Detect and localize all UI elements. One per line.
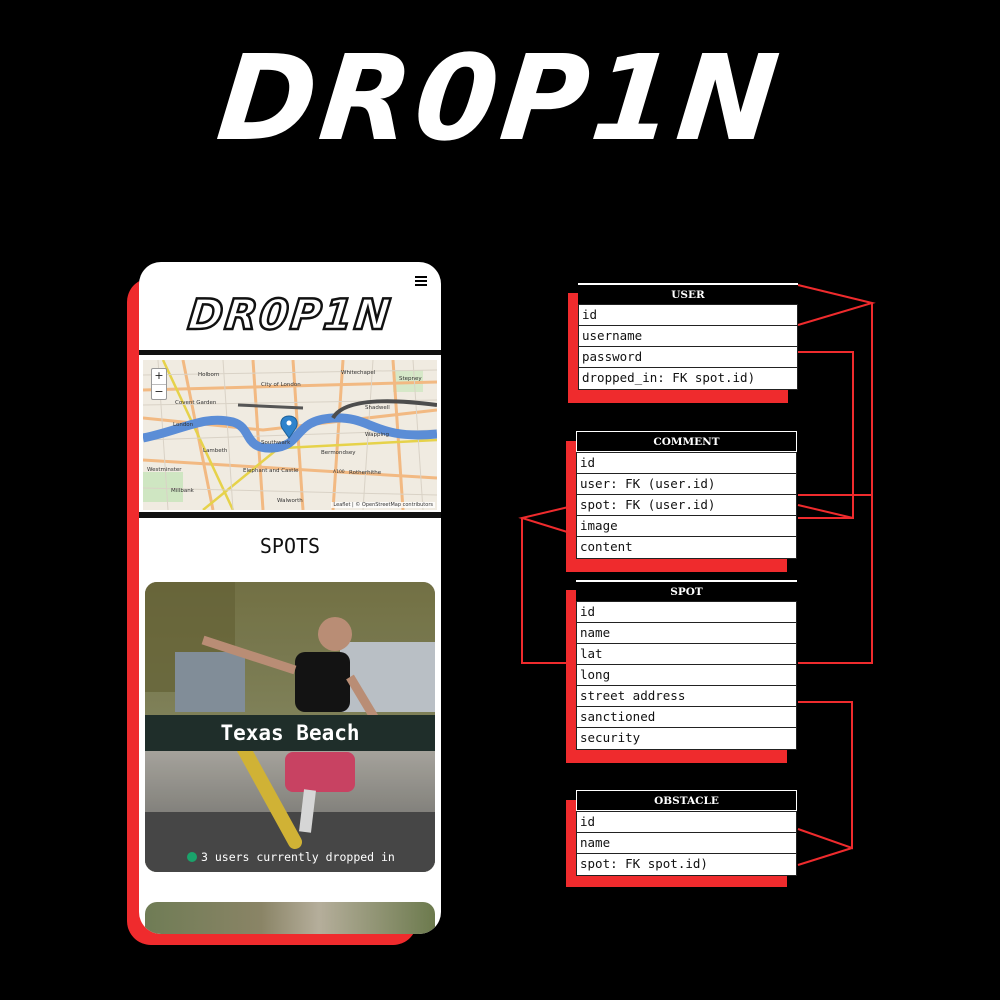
- er-field: spot: FK (user.id): [577, 495, 796, 516]
- er-field: username: [579, 326, 797, 347]
- er-table-fields: id user: FK (user.id) spot: FK (user.id)…: [576, 452, 797, 559]
- er-field: image: [577, 516, 796, 537]
- relationship-connectors: [518, 284, 876, 866]
- er-table-title: COMMENT: [576, 431, 797, 452]
- er-field: id: [579, 305, 797, 326]
- er-field: long: [577, 665, 796, 686]
- er-field: lat: [577, 644, 796, 665]
- er-field: dropped_in: FK spot.id): [582, 370, 756, 385]
- er-field: name: [577, 833, 796, 854]
- er-table-title: SPOT: [576, 580, 797, 601]
- er-table-title: OBSTACLE: [576, 790, 797, 811]
- er-field: id: [577, 453, 796, 474]
- er-field: user: FK (user.id): [577, 474, 796, 495]
- er-field: password: [579, 347, 797, 368]
- er-field: street address: [577, 686, 796, 707]
- er-field: spot: FK spot.id): [580, 856, 708, 871]
- er-field: sanctioned: [577, 707, 796, 728]
- er-field: content: [580, 539, 633, 554]
- er-table-fields: id username password dropped_in: FK spot…: [578, 304, 798, 390]
- er-field: id: [577, 602, 796, 623]
- er-table-fields: id name spot: FK spot.id): [576, 811, 797, 876]
- er-table-title: USER: [578, 283, 798, 304]
- er-field: id: [577, 812, 796, 833]
- er-field: security: [580, 730, 641, 745]
- er-table-fields: id name lat long street address sanction…: [576, 601, 797, 750]
- er-field: name: [577, 623, 796, 644]
